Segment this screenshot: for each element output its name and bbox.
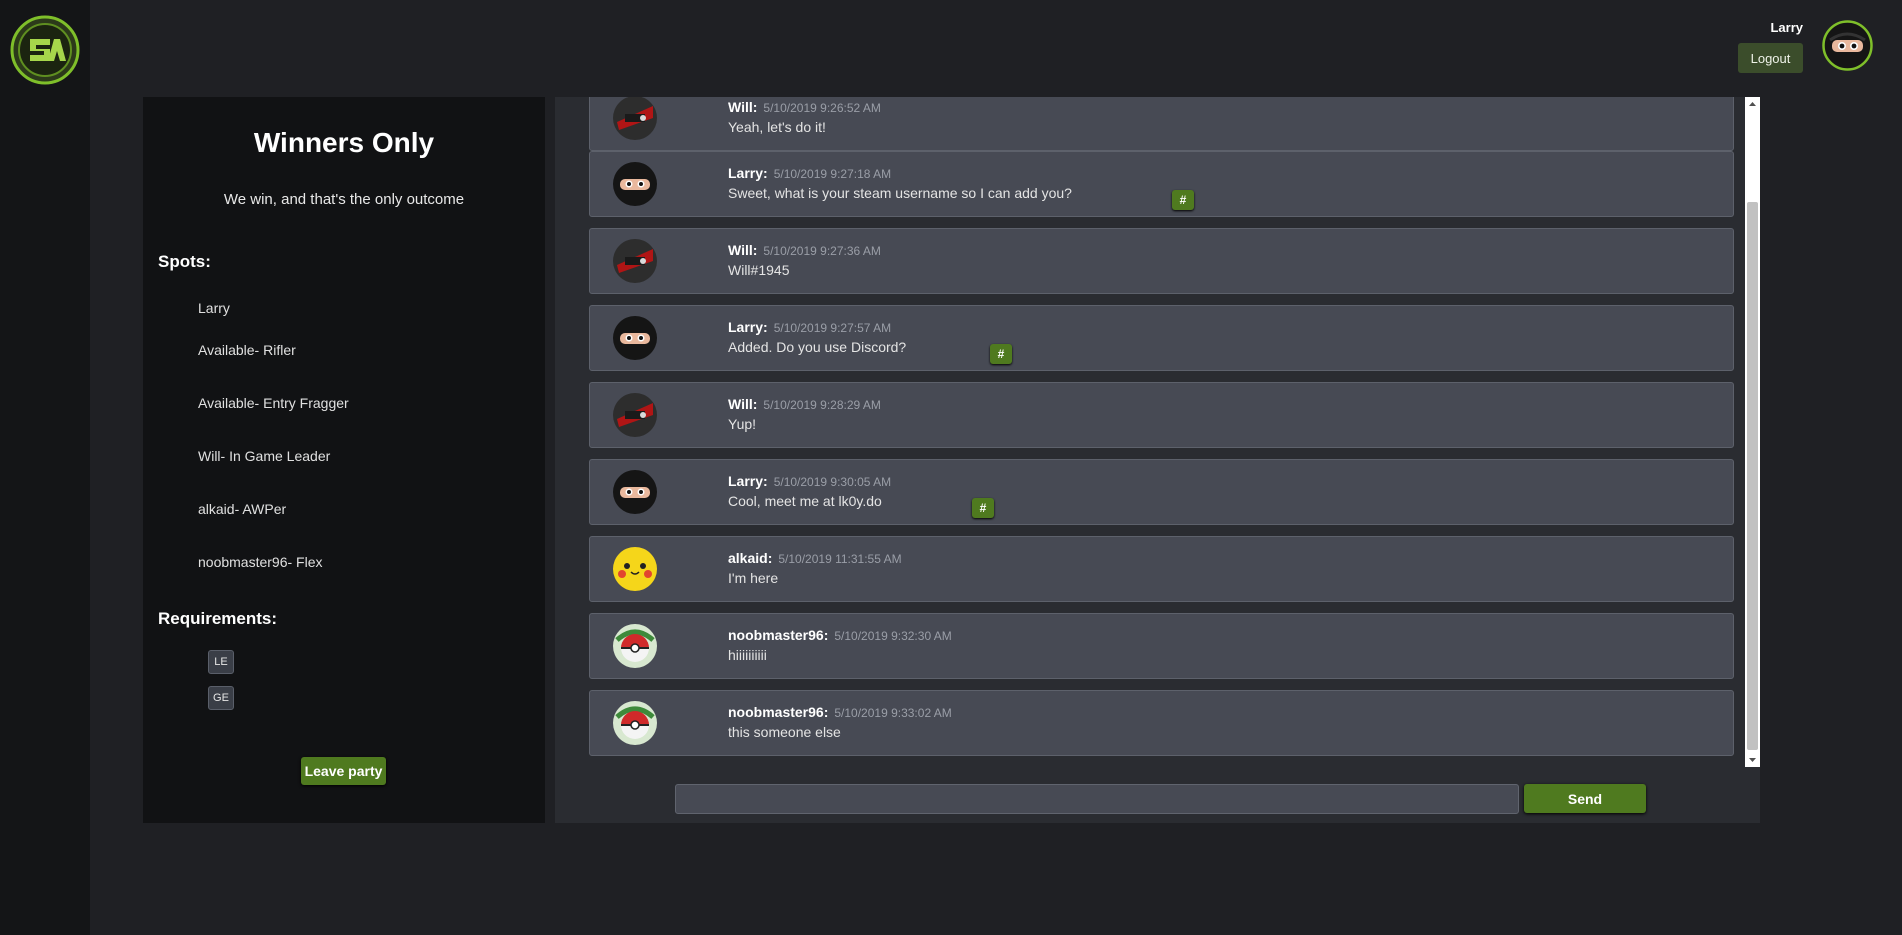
chat-message: alkaid: 5/10/2019 11:31:55 AM I'm here (589, 536, 1734, 602)
chat-message: Larry: 5/10/2019 9:30:05 AM Cool, meet me… (589, 459, 1734, 525)
message-text: Yup! (728, 416, 757, 432)
ninja-avatar-icon (613, 162, 657, 206)
send-button[interactable]: Send (1524, 784, 1646, 813)
pikachu-avatar-icon (613, 547, 657, 591)
pokeball-avatar-icon (613, 624, 657, 668)
left-sidebar (0, 0, 90, 935)
message-sender: Larry: 5/10/2019 9:27:57 AM (728, 319, 892, 335)
chat-message: Will: 5/10/2019 9:28:29 AM Yup! (589, 382, 1734, 448)
scroll-down-arrow-icon[interactable] (1745, 753, 1760, 767)
message-timestamp: 5/10/2019 9:28:29 AM (763, 398, 881, 412)
red-ninja-avatar-icon (613, 393, 657, 437)
message-timestamp: 5/10/2019 9:32:30 AM (834, 629, 952, 643)
chat-message: noobmaster96: 5/10/2019 9:33:02 AM this s… (589, 690, 1734, 756)
message-timestamp: 5/10/2019 9:26:52 AM (763, 101, 881, 115)
requirements-heading: Requirements: (158, 609, 278, 628)
message-sender: Larry: 5/10/2019 9:27:18 AM (728, 165, 892, 181)
chat-message: Larry: 5/10/2019 9:27:57 AM Added. Do you… (589, 305, 1734, 371)
logout-button[interactable]: Logout (1738, 43, 1803, 73)
requirement-badge: LE (208, 650, 234, 674)
hash-link-button[interactable]: # (990, 344, 1012, 364)
spot-item: Will- In Game Leader (198, 448, 331, 464)
message-sender: noobmaster96: 5/10/2019 9:33:02 AM (728, 704, 952, 720)
message-text: hiiiiiiiiii (728, 647, 767, 663)
message-sender: Will: 5/10/2019 9:26:52 AM (728, 99, 881, 115)
message-input[interactable] (675, 784, 1519, 814)
message-sender: alkaid: 5/10/2019 11:31:55 AM (728, 550, 902, 566)
spot-item: Larry (198, 300, 230, 316)
message-sender: Larry: 5/10/2019 9:30:05 AM (728, 473, 892, 489)
spot-item[interactable]: Available- Rifler (198, 342, 296, 358)
message-sender: Will: 5/10/2019 9:28:29 AM (728, 396, 881, 412)
message-sender: Will: 5/10/2019 9:27:36 AM (728, 242, 881, 258)
message-text: Yeah, let's do it! (728, 119, 826, 135)
message-text: Sweet, what is your steam username so I … (728, 185, 1072, 201)
chat-message: Will: 5/10/2019 9:27:36 AM Will#1945 (589, 228, 1734, 294)
message-text: Added. Do you use Discord? (728, 339, 907, 355)
party-title: Winners Only (253, 127, 435, 158)
scroll-up-arrow-icon[interactable] (1745, 97, 1760, 111)
scrollbar-thumb[interactable] (1747, 202, 1758, 750)
ninja-avatar-icon (613, 470, 657, 514)
message-timestamp: 5/10/2019 9:27:18 AM (773, 167, 892, 181)
message-text: I'm here (728, 570, 779, 586)
chat-panel: Will: 5/10/2019 9:26:52 AM Yeah, let's do… (555, 97, 1760, 823)
hash-link-button[interactable]: # (1172, 190, 1194, 210)
chat-message: Will: 5/10/2019 9:26:52 AM Yeah, let's do… (589, 97, 1734, 151)
message-timestamp: 5/10/2019 9:30:05 AM (773, 475, 892, 489)
spot-item[interactable]: Available- Entry Fragger (198, 395, 349, 411)
spot-item: alkaid- AWPer (198, 501, 287, 517)
leave-party-button[interactable]: Leave party (301, 757, 386, 785)
message-sender: noobmaster96: 5/10/2019 9:32:30 AM (728, 627, 952, 643)
message-text: Will#1945 (728, 262, 790, 278)
message-timestamp: 5/10/2019 9:27:57 AM (773, 321, 892, 335)
chat-message: noobmaster96: 5/10/2019 9:32:30 AM hiiiii… (589, 613, 1734, 679)
message-text: Cool, meet me at lk0y.do (728, 493, 882, 509)
chat-message: Larry: 5/10/2019 9:27:18 AM Sweet, what i… (589, 151, 1734, 217)
ninja-avatar-icon (613, 316, 657, 360)
message-timestamp: 5/10/2019 9:27:36 AM (763, 244, 881, 258)
message-text: this someone else (728, 724, 841, 740)
party-description: We win, and that's the only outcome (223, 191, 465, 208)
message-timestamp: 5/10/2019 11:31:55 AM (778, 552, 902, 566)
message-timestamp: 5/10/2019 9:33:02 AM (834, 706, 952, 720)
sa-logo-icon[interactable] (10, 15, 80, 85)
hash-link-button[interactable]: # (972, 498, 994, 518)
message-list-scrollbar[interactable] (1745, 97, 1760, 767)
party-info-panel: Winners Only We win, and that's the only… (143, 97, 545, 823)
requirement-badge: GE (208, 686, 234, 710)
message-list[interactable]: Will: 5/10/2019 9:26:52 AM Yeah, let's do… (555, 97, 1745, 767)
red-ninja-avatar-icon (613, 239, 657, 283)
spots-heading: Spots: (158, 252, 211, 271)
current-user-name: Larry (1770, 20, 1803, 35)
ninja-avatar-icon[interactable] (1822, 20, 1873, 71)
red-ninja-avatar-icon (613, 97, 657, 140)
pokeball-avatar-icon (613, 701, 657, 745)
spot-item: noobmaster96- Flex (198, 554, 323, 570)
